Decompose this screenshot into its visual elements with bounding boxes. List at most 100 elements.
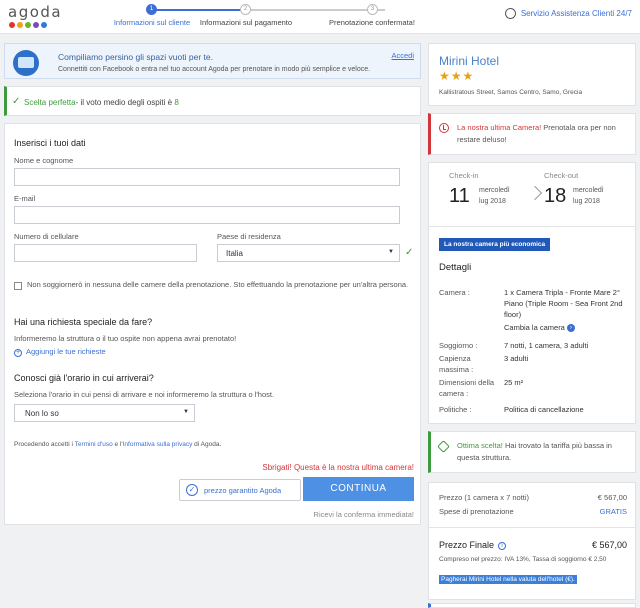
details-title: Dettagli [439,262,472,273]
best-price-text: Ottima scelta! Hai trovato la tariffa pi… [457,441,612,462]
country-value: Italia [226,249,243,258]
agoda-logo[interactable]: agoda [8,3,62,28]
base-price-value: € 567,00 [597,493,627,502]
country-select[interactable]: Italia ▼ [217,244,400,262]
checkout-date: mercoledì lug 2018 [573,187,604,205]
country-label: Paese di residenza [217,232,281,241]
terms-link[interactable]: Termini d'uso [75,441,113,448]
score-highlight: Scelta perfetta [24,98,76,107]
step-3-label: Prenotazione confermata! [329,18,415,27]
phone-input[interactable] [14,244,197,262]
special-request-subtitle: Informeremo la struttura o il tuo ospite… [14,334,237,343]
booking-fee-label: Spese di prenotazione [439,507,514,516]
privacy-link[interactable]: Informativa sulla privacy [123,441,193,448]
divider [429,226,635,227]
special-request-title: Hai una richiesta speciale da fare? [14,317,153,327]
step-1-dot: 1 [146,4,157,15]
instant-confirmation-note: Ricevi la conferma immediata! [313,510,414,519]
logo-dots [9,22,62,28]
final-price-label: Prezzo Finale [439,540,495,550]
final-price-label-row: Prezzo Finale i [439,540,507,550]
step-2-label: Informazioni sul pagamento [199,18,293,27]
checkout-label: Check-out [544,171,579,180]
plus-icon: + [14,349,22,357]
tag-icon [437,440,450,453]
arrow-right-icon: › [566,324,575,333]
progress-line-pending [245,9,385,11]
guest-details-form: Inserisci i tuoi dati Nome e cognome E-m… [4,123,421,525]
guest-score-card: ✓ Scelta perfetta- il voto medio degli o… [4,86,421,116]
customer-support-link[interactable]: Servizio Assistenza Clienti 24/7 [504,8,632,19]
best-price-notice: Ottima scelta! Hai trovato la tariffa pi… [428,431,636,473]
hotel-name[interactable]: Mirini Hotel [439,54,499,68]
checkout-day: 18 [544,185,567,207]
step-1-label: Informazioni sul cliente [113,18,191,27]
terms-text: Procedendo accetti i Termini d'uso e l'I… [14,441,222,448]
info-icon[interactable]: i [498,541,507,550]
arrival-subtitle: Seleziona l'orario in cui pensi di arriv… [14,390,275,399]
add-requests-link[interactable]: Aggiungi le tue richieste [26,346,106,358]
change-room-link[interactable]: Cambia la camera › [504,322,632,333]
not-staying-checkbox[interactable] [14,282,22,290]
support-label: Servizio Assistenza Clienti 24/7 [520,9,632,18]
capacity-label: Capienza massima : [439,354,474,374]
score-value: 8 [174,98,179,107]
next-card-edge [428,603,636,608]
form-title: Inserisci i tuoi dati [14,138,86,148]
arrival-time-select[interactable]: Non lo so ▼ [14,404,195,422]
email-label: E-mail [14,194,36,203]
tax-note: Compreso nel prezzo: IVA 13%, Tassa di s… [439,556,607,563]
checkin-day: 11 [449,185,470,207]
progress-line-done [152,9,245,11]
facebook-login-card: Compiliamo persino gli spazi vuoti per t… [4,43,421,79]
step-2-dot: 2 [240,4,251,15]
price-guarantee-label: prezzo garantito Agoda [204,486,282,495]
login-link[interactable]: Accedi [391,51,414,60]
not-staying-label: Non soggiornerò in nessuna delle camere … [27,280,409,289]
last-room-notice: La nostra ultima Camera! Prenotala ora p… [428,113,636,155]
logo-text: agoda [8,3,63,21]
step-3-dot: 3 [367,4,378,15]
checkout-progress: 1 2 3 Informazioni sul cliente Informazi… [108,4,438,32]
login-illustration-icon [13,50,39,76]
top-bar: agoda 1 2 3 Informazioni sul cliente Inf… [0,0,640,34]
last-room-warning: Sbrigati! Questa è la nostra ultima came… [262,463,414,472]
name-input[interactable] [14,168,400,186]
email-input[interactable] [14,206,400,224]
chevron-down-icon: ▼ [183,409,189,415]
divider [429,527,635,528]
stay-label: Soggiorno : [439,341,478,350]
final-price-value: € 567,00 [591,540,627,550]
room-size-label: Dimensioni della camera : [439,378,495,398]
cancellation-policy-link[interactable]: Politica di cancellazione [504,404,632,415]
policy-label: Politiche : [439,405,472,414]
booking-details-card: Check-in 11 mercoledì lug 2018 Check-out … [428,162,636,424]
price-guarantee-badge[interactable]: ✓ prezzo garantito Agoda [179,479,301,501]
check-circle-icon: ✓ [186,484,198,496]
price-summary-card: Prezzo (1 camera x 7 notti) € 567,00 Spe… [428,482,636,600]
chevron-right-icon [527,185,543,201]
base-price-label: Prezzo (1 camera x 7 notti) [439,493,530,502]
room-value: 1 x Camera Tripla - Fronte Mare 2° Piano… [504,288,623,319]
score-text: Scelta perfetta- il voto medio degli osp… [24,98,179,107]
capacity-value: 3 adulti [504,354,529,363]
score-description: - il voto medio degli ospiti è [75,98,173,107]
room-size-value: 25 m² [504,378,524,387]
name-label: Nome e cognome [14,156,74,165]
hotel-summary-card: Mirini Hotel ★★★ Kallistratous Street, S… [428,43,636,106]
payment-currency-note: Pagherai Mirini Hotel nella valuta dell'… [439,575,577,584]
arrival-title: Conosci già l'orario in cui arriverai? [14,373,154,383]
hotel-address: Kallistratous Street, Samos Centro, Samo… [439,89,583,96]
country-valid-icon: ✓ [405,247,414,258]
chevron-down-icon: ▼ [388,249,394,255]
stay-value: 7 notti, 1 camera, 3 adulti [504,341,589,350]
arrival-time-value: Non lo so [25,409,59,418]
checkin-date: mercoledì lug 2018 [479,187,510,205]
room-label: Camera : [439,288,470,297]
cheapest-room-badge: La nostra camera più economica [439,238,551,251]
continue-button[interactable]: CONTINUA [303,477,414,501]
booking-fee-value: GRATIS [599,507,627,516]
facebook-subtitle: Connettiti con Facebook o entra nel tuo … [58,66,371,73]
clock-icon [439,123,449,133]
check-icon: ✓ [12,96,21,107]
